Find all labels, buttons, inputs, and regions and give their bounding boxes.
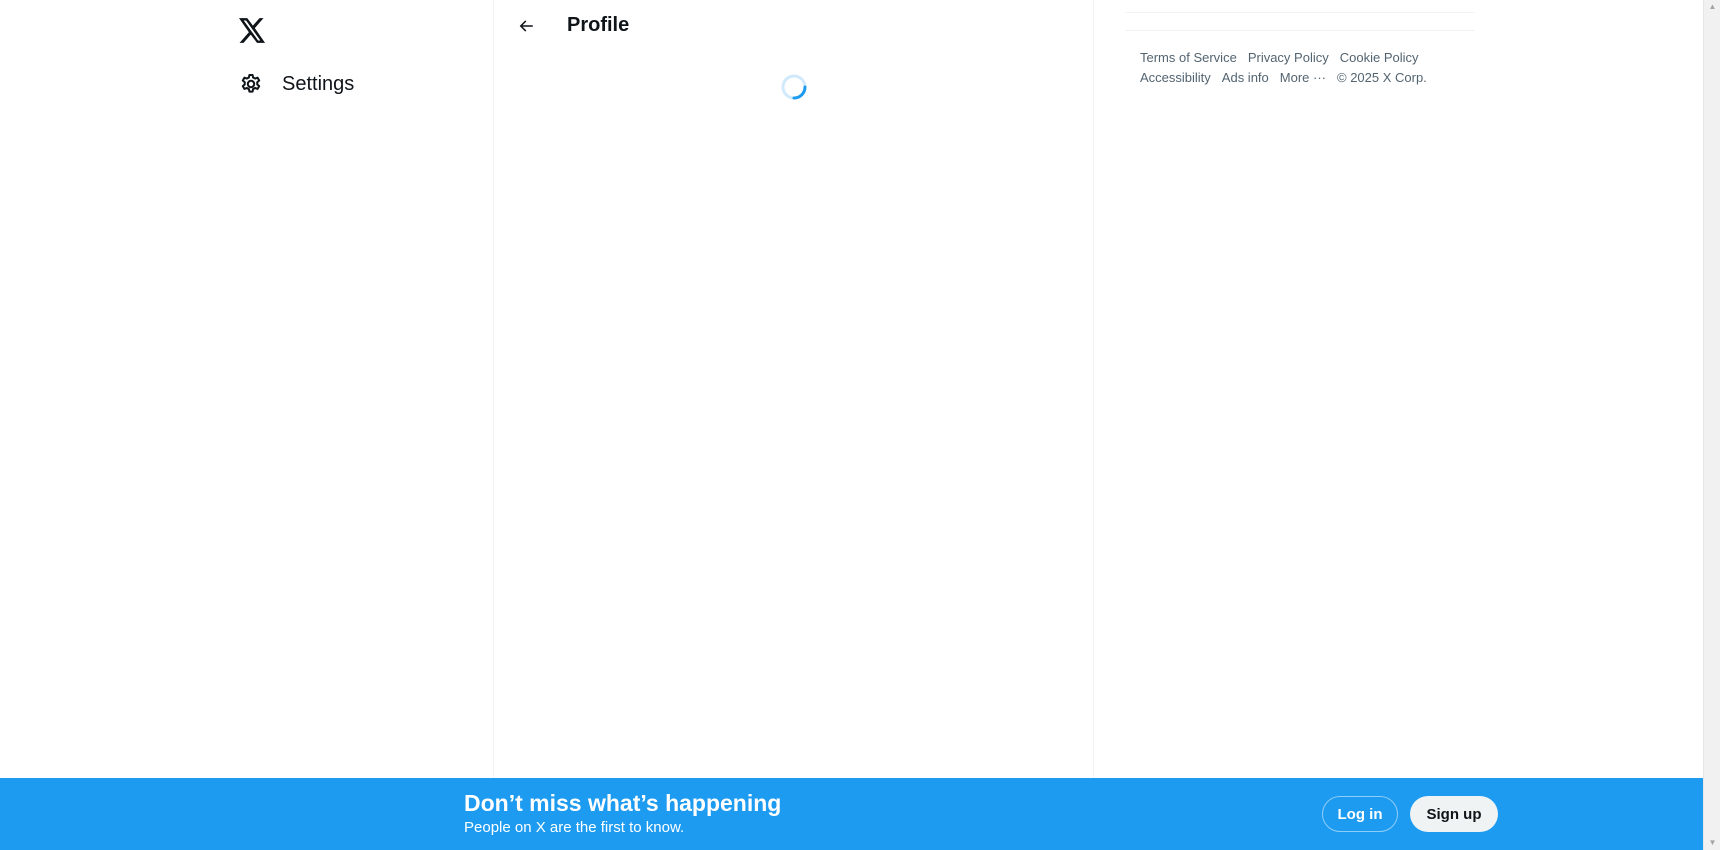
footer-links: Terms of Service Privacy Policy Cookie Pol… xyxy=(1140,48,1460,88)
scrollbar[interactable]: ▲ ▼ xyxy=(1703,0,1720,850)
signup-button[interactable]: Sign up xyxy=(1410,796,1498,832)
footer-link-accessibility[interactable]: Accessibility xyxy=(1140,68,1211,88)
copyright: © 2025 X Corp. xyxy=(1337,70,1427,85)
main-column: Profile xyxy=(494,0,1094,778)
divider xyxy=(1125,30,1475,31)
page-title: Profile xyxy=(567,14,630,36)
banner-title: Don’t miss what’s happening xyxy=(464,790,782,816)
main-header: Profile xyxy=(494,0,1094,53)
footer-link-more[interactable]: More ··· xyxy=(1280,68,1326,88)
scroll-up-icon[interactable]: ▲ xyxy=(1708,2,1717,11)
loading-spinner-icon xyxy=(780,73,808,101)
divider xyxy=(1125,12,1475,13)
footer-link-terms[interactable]: Terms of Service xyxy=(1140,48,1237,68)
nav-item-settings[interactable]: Settings xyxy=(232,64,362,104)
banner-subtitle: People on X are the first to know. xyxy=(464,819,685,836)
nav-item-label: Settings xyxy=(282,72,355,95)
left-nav: Settings xyxy=(0,0,494,778)
page: Settings Profile Terms of Service Privacy… xyxy=(0,0,1720,850)
login-button[interactable]: Log in xyxy=(1322,796,1398,832)
signup-banner: Don’t miss what’s happening People on X … xyxy=(0,778,1703,850)
footer-link-privacy[interactable]: Privacy Policy xyxy=(1248,48,1329,68)
arrow-left-icon xyxy=(519,20,533,32)
gear-icon xyxy=(238,71,264,97)
footer-link-cookies[interactable]: Cookie Policy xyxy=(1340,48,1419,68)
footer-link-ads-info[interactable]: Ads info xyxy=(1222,68,1269,88)
right-sidebar: Terms of Service Privacy Policy Cookie Pol… xyxy=(1094,0,1720,778)
scroll-down-icon[interactable]: ▼ xyxy=(1708,838,1717,847)
x-logo-icon[interactable] xyxy=(233,11,271,49)
back-button[interactable] xyxy=(508,8,544,44)
